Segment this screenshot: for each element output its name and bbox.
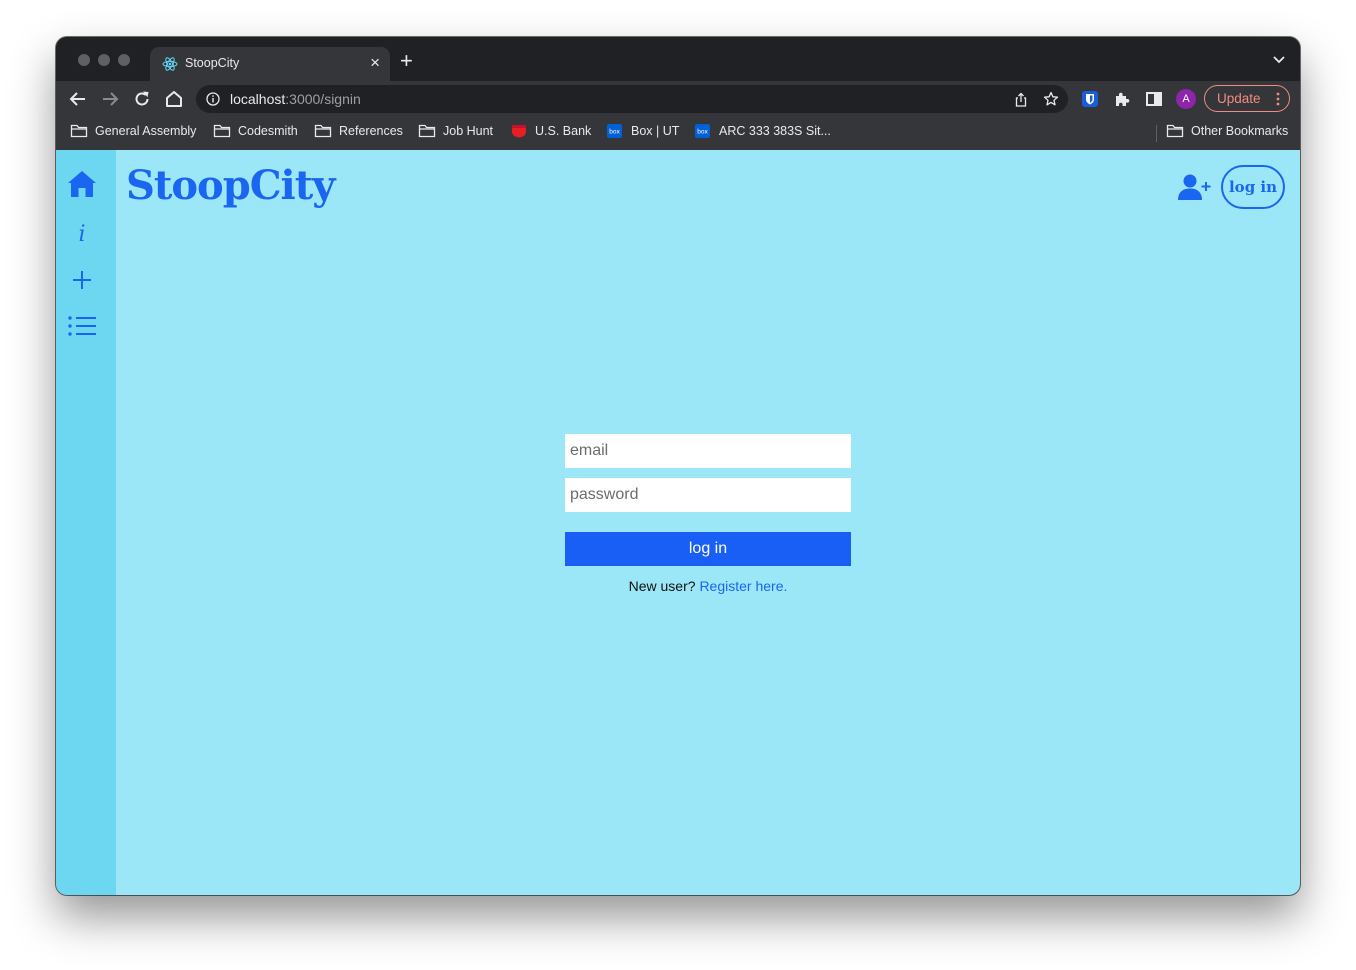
side-panel-icon[interactable] xyxy=(1145,90,1163,108)
browser-toolbar: localhost:3000/signin A Update xyxy=(56,81,1300,117)
folder-icon xyxy=(1166,124,1184,138)
close-window-button[interactable] xyxy=(78,54,90,66)
url-host: localhost xyxy=(230,91,286,107)
bookmark-label: U.S. Bank xyxy=(535,124,592,138)
reload-icon[interactable] xyxy=(132,89,152,109)
address-bar[interactable]: localhost:3000/signin xyxy=(196,85,1068,113)
new-tab-button[interactable]: + xyxy=(400,50,413,72)
bookmark-codesmith[interactable]: Codesmith xyxy=(213,124,298,138)
header-login-button[interactable]: log in xyxy=(1221,165,1285,209)
bookmark-star-icon[interactable] xyxy=(1043,91,1059,107)
bookmark-label: Codesmith xyxy=(238,124,298,138)
home-icon[interactable] xyxy=(67,169,97,199)
minimize-window-button[interactable] xyxy=(98,54,110,66)
browser-window: StoopCity × + localhost:3000/signin A Up… xyxy=(56,37,1300,895)
more-menu-icon[interactable] xyxy=(1276,92,1280,106)
register-prompt-row: New user? Register here. xyxy=(565,578,851,594)
brand-logo[interactable]: StoopCity xyxy=(126,162,335,209)
bookmark-label: Job Hunt xyxy=(443,124,494,138)
bookmarks-bar: General Assembly Codesmith References Jo… xyxy=(56,117,1300,151)
list-icon[interactable] xyxy=(67,312,97,342)
bookmark-label: Other Bookmarks xyxy=(1191,124,1289,138)
url-text: localhost:3000/signin xyxy=(230,91,361,107)
zoom-window-button[interactable] xyxy=(118,54,130,66)
site-info-icon[interactable] xyxy=(206,92,220,106)
bookmark-job-hunt[interactable]: Job Hunt xyxy=(418,124,493,138)
password-input[interactable] xyxy=(565,478,851,512)
bookmark-label: Box | UT xyxy=(631,124,680,138)
share-icon[interactable] xyxy=(1014,92,1028,107)
profile-avatar[interactable]: A xyxy=(1176,89,1196,109)
react-icon xyxy=(162,57,178,71)
folder-icon xyxy=(314,124,332,138)
plus-icon[interactable] xyxy=(67,265,97,295)
svg-text:box: box xyxy=(609,129,620,136)
tab-stoopcity[interactable]: StoopCity × xyxy=(150,47,390,81)
usbank-icon xyxy=(512,125,526,138)
side-nav: i xyxy=(56,150,116,895)
bookmark-general-assembly[interactable]: General Assembly xyxy=(70,124,196,138)
folder-icon xyxy=(70,124,88,138)
bookmark-us-bank[interactable]: U.S. Bank xyxy=(510,124,591,138)
bookmark-arc-site[interactable]: box ARC 333 383S Sit... xyxy=(694,124,831,138)
update-label: Update xyxy=(1217,91,1261,106)
svg-text:box: box xyxy=(697,129,708,136)
login-submit-button[interactable]: log in xyxy=(565,532,851,566)
add-user-icon[interactable] xyxy=(1177,173,1211,201)
box-icon: box xyxy=(695,124,710,138)
tab-search-chevron-icon[interactable] xyxy=(1272,55,1286,65)
update-button[interactable]: Update xyxy=(1204,85,1290,112)
register-prompt: New user? xyxy=(628,578,696,594)
bitwarden-icon[interactable] xyxy=(1081,90,1099,108)
email-input[interactable] xyxy=(565,434,851,468)
folder-icon xyxy=(213,124,231,138)
bookmarks-divider xyxy=(1156,125,1157,142)
folder-icon xyxy=(418,124,436,138)
home-button-icon[interactable] xyxy=(164,89,184,109)
tab-close-icon[interactable]: × xyxy=(370,53,380,73)
back-arrow-icon[interactable] xyxy=(68,89,88,109)
tab-strip: StoopCity × + xyxy=(56,37,1300,81)
bookmark-label: References xyxy=(339,124,403,138)
info-icon[interactable]: i xyxy=(67,218,97,248)
bookmark-box-ut[interactable]: box Box | UT xyxy=(606,124,679,138)
signin-form: log in New user? Register here. xyxy=(565,434,851,594)
bookmark-other-bookmarks[interactable]: Other Bookmarks xyxy=(1166,124,1288,138)
page-content: i StoopCity log in log in New user? Regi… xyxy=(56,150,1300,895)
box-icon: box xyxy=(607,124,622,138)
bookmark-references[interactable]: References xyxy=(314,124,403,138)
register-link[interactable]: Register here. xyxy=(699,578,787,594)
tab-title: StoopCity xyxy=(185,56,240,70)
extensions-puzzle-icon[interactable] xyxy=(1113,90,1131,108)
forward-arrow-icon[interactable] xyxy=(100,89,120,109)
svg-text:i: i xyxy=(78,222,85,247)
url-path: :3000/signin xyxy=(285,91,361,107)
bookmark-label: General Assembly xyxy=(95,124,197,138)
bookmark-label: ARC 333 383S Sit... xyxy=(719,124,831,138)
